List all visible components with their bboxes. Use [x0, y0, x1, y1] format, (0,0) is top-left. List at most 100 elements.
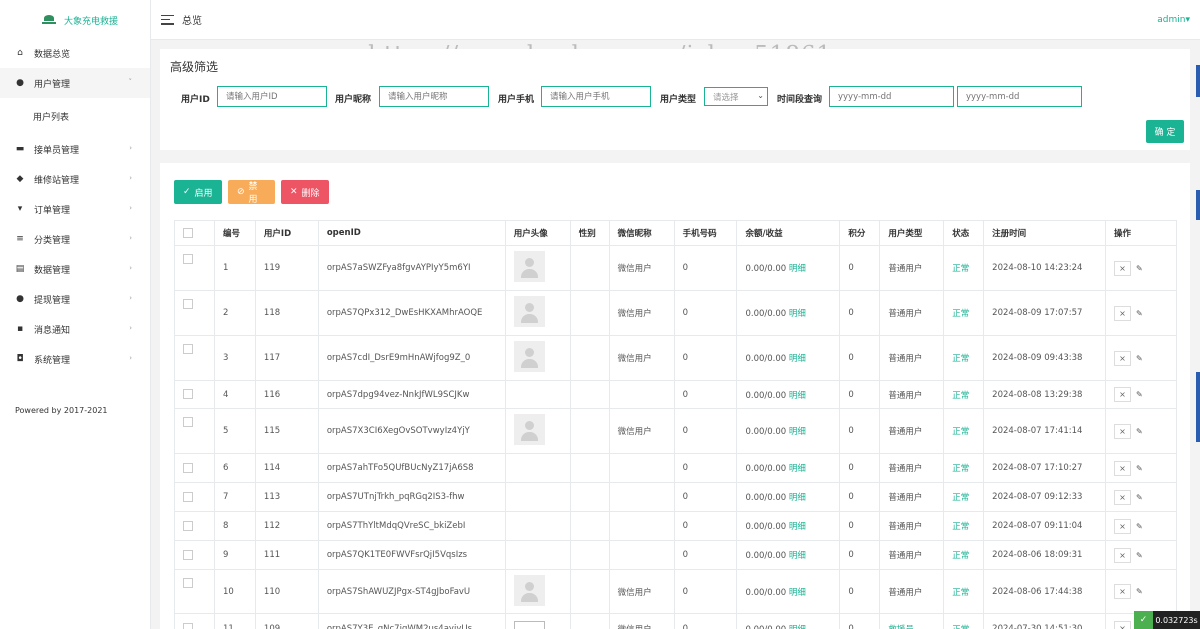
- avatar: [513, 621, 545, 629]
- delete-button[interactable]: ✕ 删除: [281, 180, 329, 204]
- edit-icon[interactable]: ✎: [1136, 464, 1143, 473]
- user-type-select[interactable]: 请选择 ⌄: [704, 87, 768, 106]
- row-checkbox[interactable]: [183, 623, 193, 629]
- detail-link[interactable]: 明细: [789, 391, 806, 401]
- detail-link[interactable]: 明细: [789, 493, 806, 503]
- delete-row-button[interactable]: ×: [1114, 460, 1132, 476]
- chevron-right-icon: ›: [129, 294, 132, 302]
- delete-row-button[interactable]: ×: [1114, 547, 1132, 563]
- row-number: 4: [222, 389, 229, 400]
- row-checkbox[interactable]: [183, 344, 193, 354]
- edit-icon[interactable]: ✎: [1136, 427, 1143, 436]
- table-cell: 2024-08-09 09:43:38: [983, 335, 1107, 381]
- row-checkbox[interactable]: [183, 578, 193, 588]
- phone-input[interactable]: [541, 86, 651, 107]
- status-badge: 正常: [952, 625, 969, 629]
- edit-icon[interactable]: ✎: [1136, 264, 1143, 273]
- row-register-time: 2024-08-07 17:10:27: [992, 463, 1083, 473]
- delete-row-button[interactable]: ×: [1114, 305, 1132, 321]
- table-cell: 0.00/0.00 明细: [736, 245, 841, 291]
- table-cell: ×✎: [1105, 540, 1177, 570]
- row-balance: 0.00/0.00: [745, 522, 787, 532]
- end-date-input[interactable]: [957, 86, 1082, 107]
- menu-toggle-icon[interactable]: [161, 14, 174, 25]
- detail-link[interactable]: 明细: [789, 427, 806, 437]
- sidebar-item-repair-stations[interactable]: ◆ 维修站管理 ›: [0, 164, 150, 194]
- detail-link[interactable]: 明细: [789, 625, 806, 629]
- table-cell: ×✎: [1105, 569, 1177, 614]
- user-menu[interactable]: admin▾: [1157, 15, 1190, 25]
- row-user-id: 116: [263, 389, 281, 400]
- table-cell: [608, 482, 675, 512]
- sidebar-item-notifications[interactable]: ▪ 消息通知 ›: [0, 314, 150, 344]
- table-cell: 普通用户: [879, 380, 945, 409]
- chevron-right-icon: ›: [129, 324, 132, 332]
- chevron-down-icon: ˅: [128, 78, 133, 86]
- detail-link[interactable]: 明细: [789, 309, 806, 319]
- table-cell: [174, 335, 215, 381]
- table-cell: 正常: [943, 453, 985, 483]
- user-id-input[interactable]: [217, 86, 327, 107]
- row-points: 0: [848, 463, 854, 473]
- detail-link[interactable]: 明细: [789, 264, 806, 274]
- debug-badge-icon[interactable]: ✓: [1134, 611, 1153, 629]
- detail-link[interactable]: 明细: [789, 588, 806, 598]
- nickname-input[interactable]: [379, 86, 489, 107]
- sidebar-item-dispatchers[interactable]: ▬ 接单员管理 ›: [0, 134, 150, 164]
- row-checkbox[interactable]: [183, 389, 193, 400]
- row-user-type: 普通用户: [888, 522, 923, 532]
- confirm-button[interactable]: 确 定: [1146, 120, 1184, 143]
- disable-button[interactable]: ⊘ 禁用: [228, 180, 275, 205]
- delete-row-button[interactable]: ×: [1114, 584, 1132, 599]
- sidebar-item-data[interactable]: ▤ 数据管理 ›: [0, 254, 150, 284]
- row-user-type: 普通用户: [888, 390, 923, 401]
- detail-link[interactable]: 明细: [789, 354, 806, 364]
- row-checkbox[interactable]: [183, 491, 193, 502]
- table-cell: 3: [213, 335, 256, 381]
- delete-row-button[interactable]: ×: [1114, 518, 1132, 534]
- edit-icon[interactable]: ✎: [1136, 522, 1143, 531]
- table-cell: 0.00/0.00 明细: [736, 511, 841, 541]
- delete-row-button[interactable]: ×: [1114, 423, 1132, 439]
- logo[interactable]: 大象充电救援: [0, 0, 150, 40]
- edit-icon[interactable]: ✎: [1136, 390, 1143, 399]
- detail-link[interactable]: 明细: [789, 464, 806, 474]
- delete-row-button[interactable]: ×: [1114, 621, 1132, 629]
- edit-icon[interactable]: ✎: [1136, 551, 1143, 560]
- delete-row-button[interactable]: ×: [1114, 350, 1132, 366]
- row-openid: orpAS7X3CI6XegOvSOTvwyIz4YjY: [326, 426, 470, 436]
- select-all-checkbox[interactable]: [183, 227, 193, 238]
- row-checkbox[interactable]: [183, 549, 193, 560]
- enable-button[interactable]: ✓ 启用: [174, 180, 222, 204]
- start-date-input[interactable]: [829, 86, 954, 107]
- edit-icon[interactable]: ✎: [1136, 587, 1143, 596]
- detail-link[interactable]: 明细: [789, 522, 806, 532]
- sidebar-item-label: 分类管理: [34, 235, 71, 246]
- row-checkbox[interactable]: [183, 299, 193, 309]
- delete-row-button[interactable]: ×: [1114, 260, 1132, 276]
- row-checkbox[interactable]: [183, 462, 193, 473]
- top-header: 总览 admin▾: [151, 0, 1200, 40]
- table-cell: 117: [254, 335, 319, 381]
- table-cell: 0: [839, 408, 881, 454]
- row-checkbox[interactable]: [183, 254, 193, 264]
- detail-link[interactable]: 明细: [789, 551, 806, 561]
- edit-icon[interactable]: ✎: [1136, 309, 1143, 318]
- delete-row-button[interactable]: ×: [1114, 489, 1132, 505]
- table-cell: 2: [213, 290, 256, 336]
- select-all-cell: [174, 220, 215, 246]
- edit-icon[interactable]: ✎: [1136, 354, 1143, 363]
- sidebar-item-system[interactable]: ◘ 系统管理 ›: [0, 344, 150, 374]
- delete-row-button[interactable]: ×: [1114, 387, 1132, 402]
- row-number: 5: [222, 426, 229, 436]
- sidebar-item-withdrawals[interactable]: ● 提现管理 ›: [0, 284, 150, 314]
- sidebar-item-dashboard[interactable]: ⌂ 数据总览: [0, 38, 150, 68]
- sidebar-subitem-user-list[interactable]: 用户列表: [0, 98, 150, 134]
- edit-icon[interactable]: ✎: [1136, 493, 1143, 502]
- row-checkbox[interactable]: [183, 417, 193, 427]
- sidebar-item-users[interactable]: ● 用户管理 ˅: [0, 68, 150, 98]
- chevron-right-icon: ›: [129, 264, 132, 272]
- sidebar-item-orders[interactable]: ▾ 订单管理 ›: [0, 194, 150, 224]
- sidebar-item-categories[interactable]: ≡ 分类管理 ›: [0, 224, 150, 254]
- row-checkbox[interactable]: [183, 520, 193, 531]
